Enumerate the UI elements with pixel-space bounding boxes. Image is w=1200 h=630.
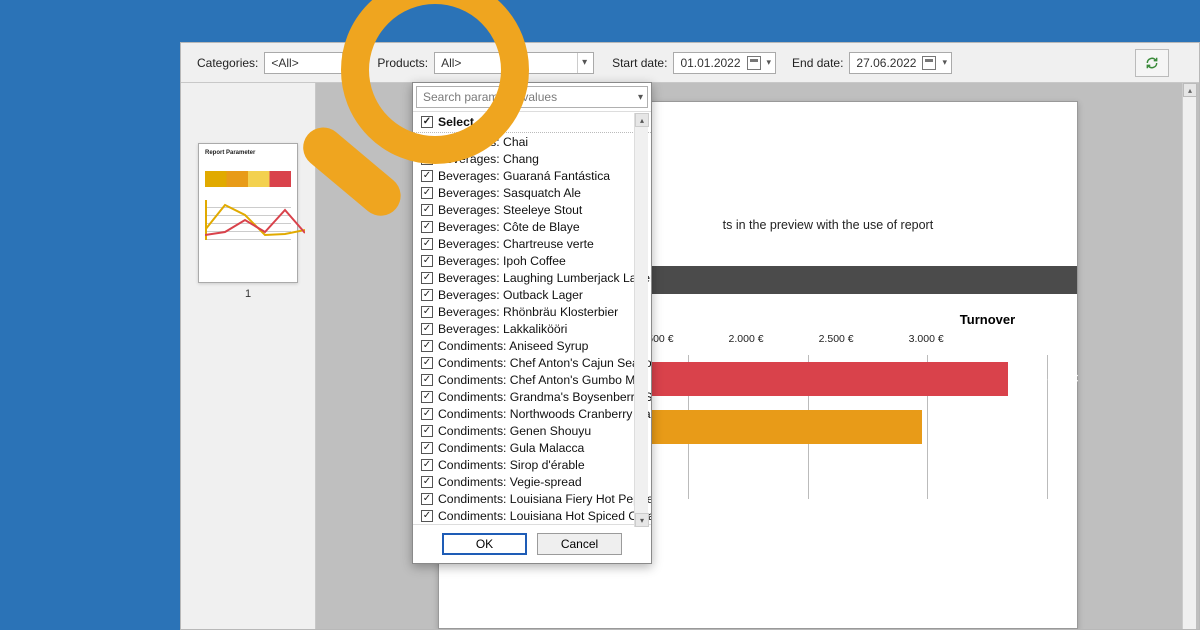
thumb-mini-chart [205, 200, 291, 240]
scroll-up-icon[interactable]: ▴ [1183, 83, 1197, 97]
checkbox-icon [421, 374, 433, 386]
thumb-legend [205, 171, 291, 187]
products-value: All> [441, 56, 461, 70]
checkbox-icon [421, 340, 433, 352]
cancel-button[interactable]: Cancel [537, 533, 622, 555]
calendar-icon [747, 56, 761, 70]
axis-tick: 3.000 € [909, 333, 944, 345]
chevron-down-icon: ▾ [638, 92, 643, 103]
report-designer-window: Categories: <All> ▾ Products: All> ▾ Sta… [180, 42, 1200, 630]
parameter-list-item[interactable]: Beverages: Ipoh Coffee [413, 252, 651, 269]
enddate-value: 27.06.2022 [856, 56, 916, 70]
checkbox-icon [421, 408, 433, 420]
parameter-list-item[interactable]: Condiments: Grandma's Boysenberry Spread [413, 388, 651, 405]
thumb-page-number: 1 [245, 288, 251, 300]
startdate-input[interactable]: 01.01.2022 ▾ [673, 52, 776, 74]
chevron-down-icon: ▾ [577, 53, 589, 73]
checkbox-icon [421, 442, 433, 454]
checkbox-icon [421, 116, 433, 128]
categories-value: <All> [271, 56, 298, 70]
vertical-scrollbar[interactable]: ▴ [1182, 83, 1196, 629]
parameter-toolbar: Categories: <All> ▾ Products: All> ▾ Sta… [181, 43, 1199, 83]
parameter-list: Select allBeverages: ChaiBeverages: Chan… [413, 112, 651, 524]
checkbox-icon [421, 289, 433, 301]
parameter-list-item[interactable]: Condiments: Northwoods Cranberry Sauce [413, 405, 651, 422]
checkbox-icon [421, 323, 433, 335]
parameter-list-item[interactable]: Beverages: Côte de Blaye [413, 218, 651, 235]
checkbox-icon [421, 493, 433, 505]
checkbox-icon [421, 238, 433, 250]
chevron-down-icon: ▾ [942, 57, 947, 68]
page-thumbnail[interactable]: Report Parameter [198, 143, 298, 283]
parameter-search-placeholder: Search parameter values [423, 90, 557, 104]
checkbox-icon [421, 357, 433, 369]
parameter-list-item[interactable]: Beverages: Chai [413, 133, 651, 150]
products-label: Products: [377, 56, 428, 70]
parameter-list-item[interactable]: Beverages: Chang [413, 150, 651, 167]
parameter-list-item[interactable]: Condiments: Louisiana Hot Spiced Okra [413, 507, 651, 524]
checkbox-icon [421, 221, 433, 233]
parameter-list-item[interactable]: Beverages: Rhönbräu Klosterbier [413, 303, 651, 320]
refresh-button[interactable] [1135, 49, 1169, 77]
checkbox-icon [421, 459, 433, 471]
products-combo[interactable]: All> ▾ [434, 52, 594, 74]
parameter-search-input[interactable]: Search parameter values ▾ [416, 86, 648, 108]
axis-tick: 2.500 € [819, 333, 854, 345]
products-dropdown-popup: Search parameter values ▾ Select allBeve… [412, 82, 652, 564]
categories-combo[interactable]: <All> ▾ [264, 52, 359, 74]
axis-tick: 2.000 € [729, 333, 764, 345]
parameter-list-item[interactable]: Beverages: Chartreuse verte [413, 235, 651, 252]
checkbox-icon [421, 272, 433, 284]
checkbox-icon [421, 255, 433, 267]
parameter-list-item[interactable]: Condiments: Vegie-spread [413, 473, 651, 490]
startdate-value: 01.01.2022 [680, 56, 740, 70]
parameter-list-item[interactable]: Condiments: Gula Malacca [413, 439, 651, 456]
report-body-rest: ts in the preview with the use of report [723, 218, 934, 232]
parameter-list-item[interactable]: Beverages: Steeleye Stout [413, 201, 651, 218]
checkbox-icon [421, 136, 433, 148]
select-all-item[interactable]: Select all [413, 112, 651, 133]
parameter-list-item[interactable]: Beverages: Guaraná Fantástica [413, 167, 651, 184]
checkbox-icon [421, 510, 433, 522]
parameter-list-item[interactable]: Beverages: Sasquatch Ale [413, 184, 651, 201]
checkbox-icon [421, 153, 433, 165]
ok-button[interactable]: OK [442, 533, 527, 555]
startdate-label: Start date: [612, 56, 667, 70]
scroll-down-icon[interactable]: ▾ [635, 513, 649, 527]
checkbox-icon [421, 476, 433, 488]
checkbox-icon [421, 391, 433, 403]
parameter-list-item[interactable]: Condiments: Chef Anton's Cajun Seasoning [413, 354, 651, 371]
checkbox-icon [421, 204, 433, 216]
checkbox-icon [421, 170, 433, 182]
parameter-list-item[interactable]: Condiments: Louisiana Fiery Hot Pepper S… [413, 490, 651, 507]
chevron-down-icon: ▾ [342, 53, 354, 73]
chevron-down-icon: ▾ [767, 57, 772, 68]
enddate-input[interactable]: 27.06.2022 ▾ [849, 52, 952, 74]
checkbox-icon [421, 306, 433, 318]
parameter-list-item[interactable]: Condiments: Chef Anton's Gumbo Mix [413, 371, 651, 388]
refresh-icon [1145, 56, 1159, 70]
parameter-list-item[interactable]: Condiments: Aniseed Syrup [413, 337, 651, 354]
calendar-icon [922, 56, 936, 70]
dropdown-scrollbar[interactable]: ▴ ▾ [634, 113, 648, 527]
parameter-list-item[interactable]: Condiments: Genen Shouyu [413, 422, 651, 439]
categories-label: Categories: [197, 56, 258, 70]
checkbox-icon [421, 187, 433, 199]
checkbox-icon [421, 425, 433, 437]
parameter-list-item[interactable]: Beverages: Laughing Lumberjack Lager [413, 269, 651, 286]
scroll-up-icon[interactable]: ▴ [635, 113, 649, 127]
chart-title: Turnover [699, 312, 1200, 327]
thumb-title: Report Parameter [205, 150, 291, 156]
parameter-list-item[interactable]: Beverages: Lakkalikööri [413, 320, 651, 337]
parameter-list-item[interactable]: Beverages: Outback Lager [413, 286, 651, 303]
enddate-label: End date: [792, 56, 843, 70]
parameter-list-item[interactable]: Condiments: Sirop d'érable [413, 456, 651, 473]
chart-axis-ticks: 1.500 € 2.000 € 2.500 € 3.000 € [639, 333, 1047, 345]
thumbnail-pane: Report Parameter 1 [181, 83, 316, 629]
